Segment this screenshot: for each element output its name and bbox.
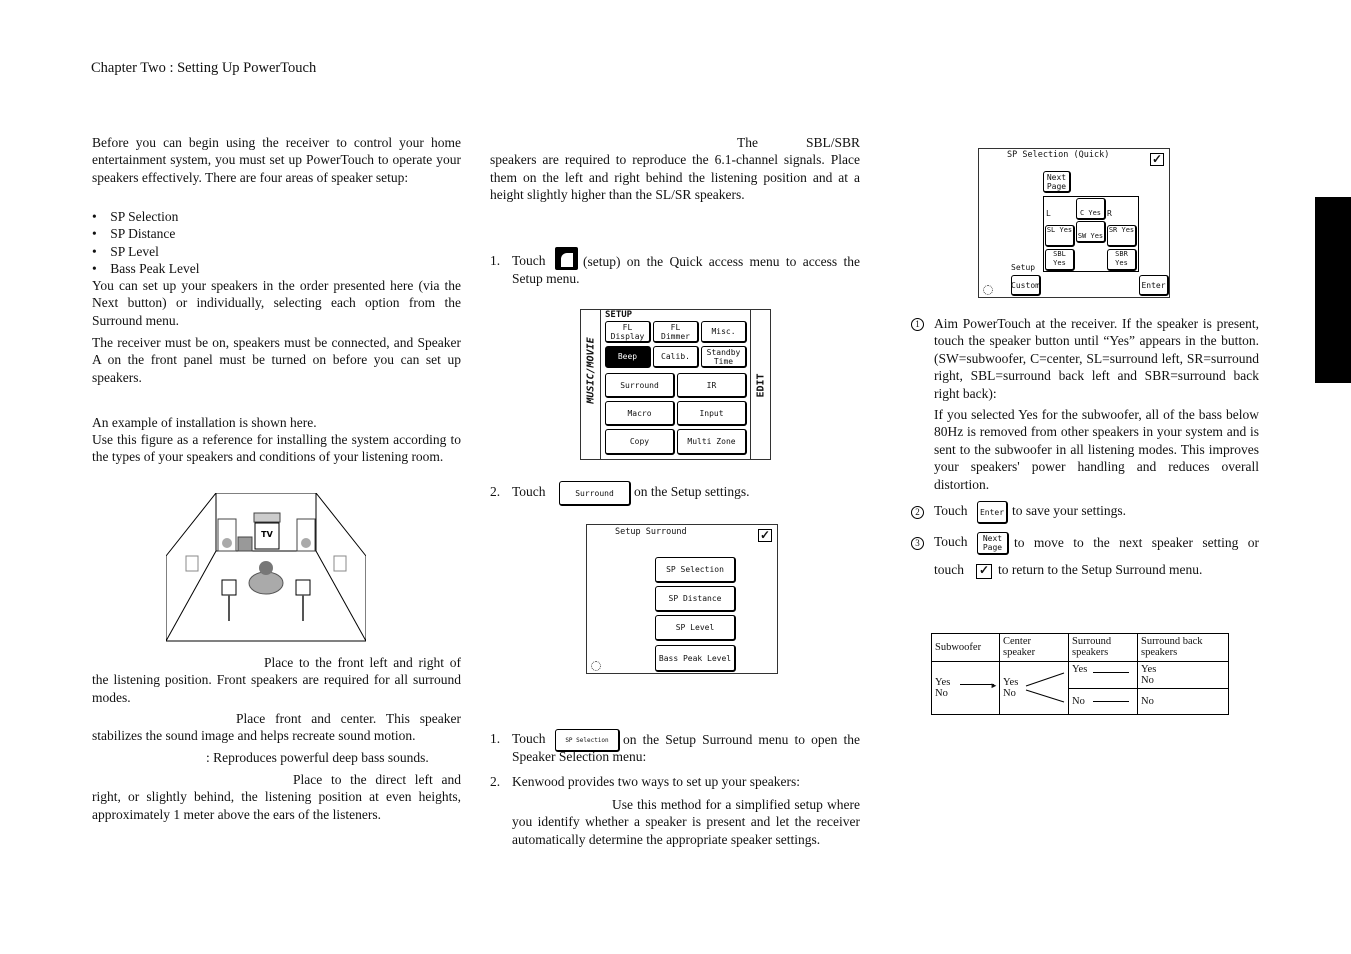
screen-title: SETUP — [605, 310, 633, 320]
item3-text: to move to the next speaker setting or — [1014, 535, 1259, 550]
check-icon[interactable]: ✓ — [758, 529, 772, 542]
surround-yes-cell: Yes — [1068, 661, 1138, 689]
gear-icon — [591, 661, 601, 671]
step-number: 1. — [490, 253, 501, 268]
custom-button[interactable]: Custom — [1011, 275, 1041, 296]
enter-button[interactable]: Enter — [1139, 275, 1169, 296]
item3-touch2: touch — [934, 562, 964, 577]
quick-method-text: Use this method for a simplified setup w… — [512, 797, 860, 847]
step1-text: (setup) on the Quick access menu to acce… — [512, 254, 860, 287]
center-button[interactable]: C Yes — [1076, 198, 1106, 220]
step-number: 2. — [490, 484, 501, 499]
gear-icon — [983, 285, 993, 295]
surround-button-inline: Surround — [559, 481, 631, 506]
right-label: R — [1107, 209, 1112, 218]
enter-button-inline: Enter — [977, 501, 1008, 524]
intro-text: Before you can begin using the receiver … — [92, 135, 461, 185]
next-page-button-inline: Next Page — [977, 532, 1009, 555]
next-page-button[interactable]: Next Page — [1043, 171, 1071, 193]
example-usage-text: Use this figure as a reference for insta… — [92, 432, 461, 465]
list-item: • SP Distance — [92, 226, 176, 242]
item1-text: Aim PowerTouch at the receiver. If the s… — [934, 316, 1259, 401]
sp-selection-button[interactable]: SP Selection — [655, 557, 736, 583]
surround-speakers-text: Place to the direct left and right, or s… — [92, 772, 461, 822]
chapter-header: Chapter Two : Setting Up PowerTouch — [91, 60, 317, 76]
step2-text: on the Setup settings. — [634, 484, 750, 499]
sbl-sbr-text: The SBL/SBR speakers are required to rep… — [490, 135, 860, 203]
center-speaker-text: Place front and center. This speaker sta… — [92, 711, 461, 744]
item2-touch: Touch — [934, 503, 968, 518]
example-text: An example of installation is shown here… — [92, 415, 317, 430]
screen-title: SP Selection (Quick) — [1007, 150, 1110, 160]
step2-touch: Touch — [512, 484, 546, 499]
back-no-cell: No — [1137, 688, 1229, 715]
copy-button[interactable]: Copy — [605, 429, 675, 455]
surround-no-cell: No — [1068, 688, 1138, 715]
table-header: Subwoofer — [931, 633, 1000, 662]
tv-label: TV — [261, 530, 273, 539]
installation-figure: TV — [166, 493, 366, 642]
table-header: Surround back speakers — [1137, 633, 1229, 662]
order-text: You can set up your speakers in the orde… — [92, 278, 461, 328]
setup-screen: MUSIC/MOVIE EDIT SETUP FL Display FL Dim… — [580, 309, 771, 460]
calib-button[interactable]: Calib. — [653, 346, 699, 368]
back-yes-cell: Yes No — [1137, 661, 1229, 689]
setup-label: Setup — [1011, 263, 1036, 272]
stepb1-text: on the Setup Surround menu to open the S… — [512, 732, 860, 765]
input-button[interactable]: Input — [677, 401, 747, 426]
speaker-selection-table: Subwoofer Center speaker Surround speake… — [931, 633, 1229, 715]
sbl-button[interactable]: SBL Yes — [1045, 249, 1075, 271]
list-item: • Bass Peak Level — [92, 261, 200, 277]
sbr-button[interactable]: SBR Yes — [1107, 249, 1137, 271]
ir-button[interactable]: IR — [677, 373, 747, 398]
item1b-text: If you selected Yes for the subwoofer, a… — [934, 407, 1259, 492]
list-item: • SP Selection — [92, 209, 179, 224]
front-speakers-text: Place to the front left and right of the… — [92, 655, 461, 705]
beep-button[interactable]: Beep — [605, 346, 651, 368]
setup-areas-list: • SP Selection • SP Distance • SP Level … — [92, 208, 199, 278]
item3-text2: to return to the Setup Surround menu. — [998, 562, 1203, 577]
subwoofer-button[interactable]: SW Yes — [1076, 221, 1106, 243]
table-header: Center speaker — [999, 633, 1069, 662]
check-icon[interactable]: ✓ — [1150, 153, 1164, 166]
step-number: 2. — [490, 774, 501, 789]
multi-zone-button[interactable]: Multi Zone — [677, 429, 747, 455]
subwoofer-text: : Reproduces powerful deep bass sounds. — [206, 750, 429, 765]
left-label: L — [1046, 209, 1051, 218]
misc-button[interactable]: Misc. — [701, 321, 747, 343]
circled-number-3: 3 — [911, 537, 924, 550]
receiver-text: The receiver must be on, speakers must b… — [92, 335, 461, 385]
music-movie-label: MUSIC/MOVIE — [585, 337, 597, 404]
item3-touch: Touch — [934, 534, 968, 549]
table-header: Surround speakers — [1068, 633, 1138, 662]
setup-surround-screen: Setup Surround ✓ SP Selection SP Distanc… — [586, 524, 778, 674]
standby-time-button[interactable]: Standby Time — [701, 346, 747, 368]
bass-peak-level-button[interactable]: Bass Peak Level — [655, 645, 736, 672]
center-cell: Yes No — [999, 661, 1069, 715]
speaker-grid: L R C Yes SW Yes SL Yes SR Yes SBL Yes S… — [1043, 196, 1139, 272]
sl-button[interactable]: SL Yes — [1045, 225, 1075, 247]
surround-button[interactable]: Surround — [605, 373, 675, 398]
subwoofer-cell: Yes No ► — [931, 661, 1000, 715]
chapter-tab — [1315, 197, 1351, 383]
edit-label: EDIT — [755, 373, 767, 398]
list-item: • SP Level — [92, 243, 159, 259]
check-icon: ✓ — [976, 564, 992, 579]
sr-button[interactable]: SR Yes — [1107, 225, 1137, 247]
step-number: 1. — [490, 731, 501, 746]
fl-dimmer-button[interactable]: FL Dimmer — [653, 321, 699, 343]
macro-button[interactable]: Macro — [605, 401, 675, 426]
circled-number-1: 1 — [911, 318, 924, 331]
item2-text: to save your settings. — [1012, 503, 1126, 518]
sp-selection-quick-screen: SP Selection (Quick) ✓ Next Page L R C Y… — [978, 148, 1170, 298]
fl-display-button[interactable]: FL Display — [605, 321, 651, 343]
sp-level-button[interactable]: SP Level — [655, 615, 736, 641]
stepb2-text: Kenwood provides two ways to set up your… — [512, 774, 800, 789]
screen-title: Setup Surround — [615, 527, 687, 537]
sp-distance-button[interactable]: SP Distance — [655, 586, 736, 612]
circled-number-2: 2 — [911, 506, 924, 519]
